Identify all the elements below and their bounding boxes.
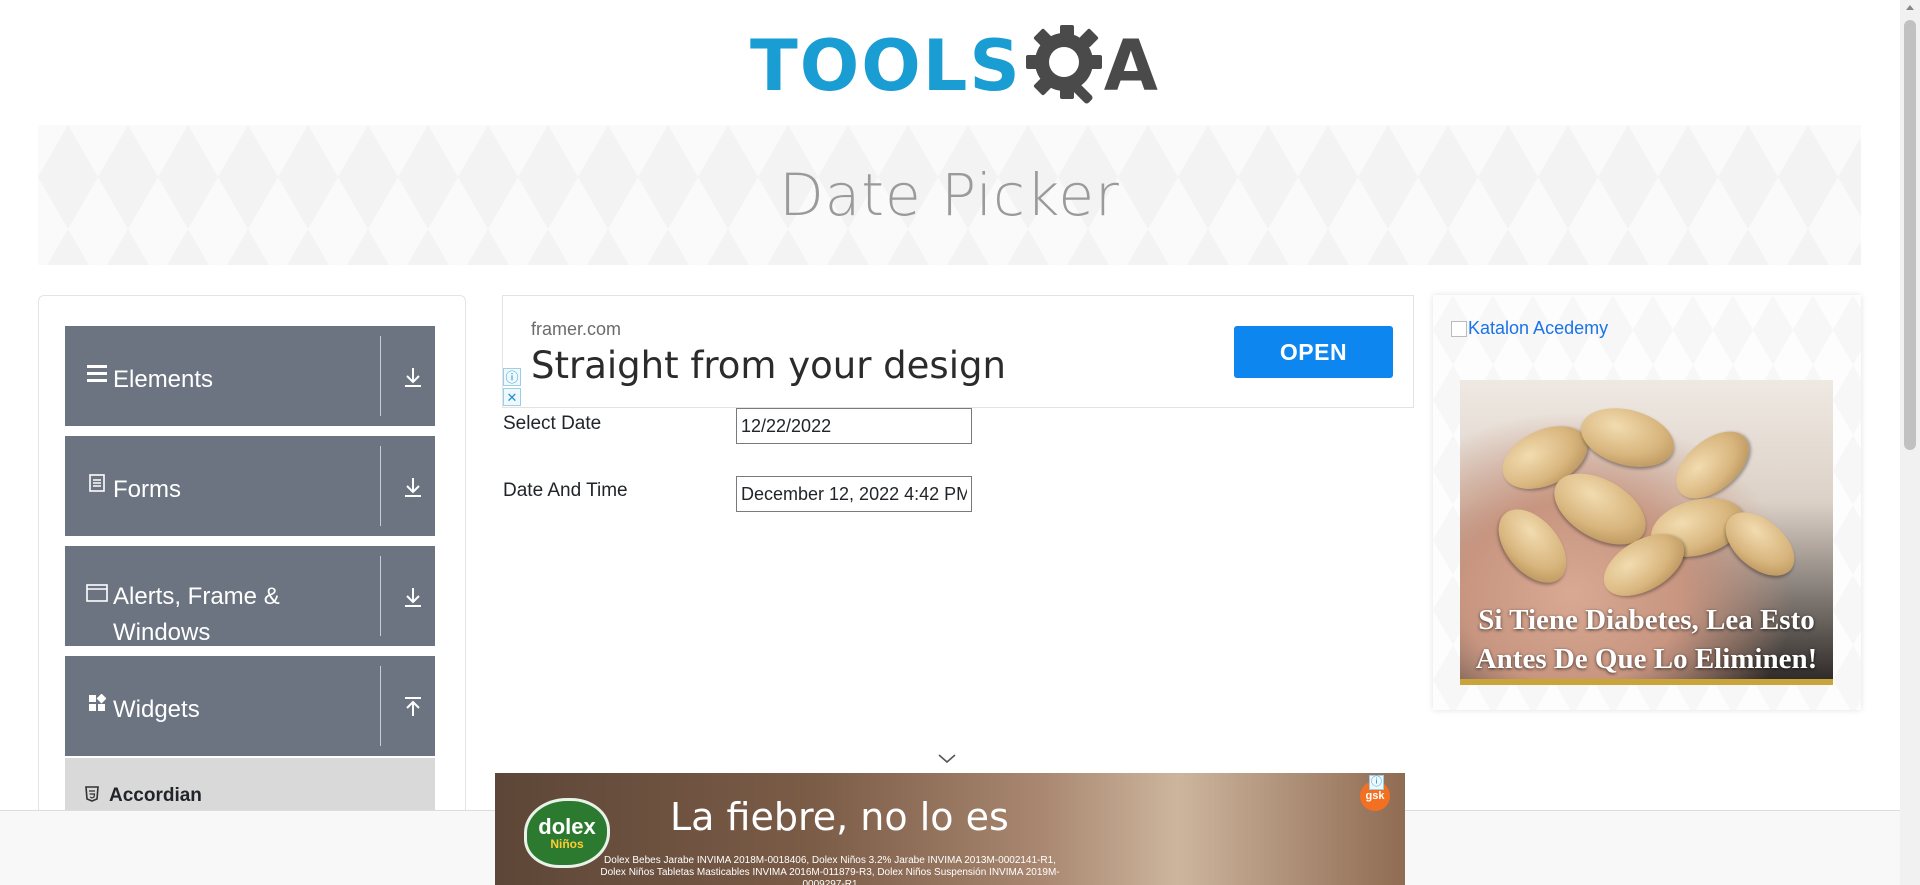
separator [380,446,381,526]
sidebar-item-label: Accordian [109,785,202,806]
document-icon [85,474,109,496]
scrollbar-thumb[interactable] [1904,20,1916,450]
sidebar-group-forms[interactable]: Forms [65,436,435,536]
ad-sidebar-right: Katalon Acedemy Si Tiene Diabetes, Lea E… [1433,295,1861,710]
toolsqa-logo[interactable]: TOOLS A [750,18,1158,113]
katalon-academy-text: Katalon Acedemy [1468,318,1609,338]
page: TOOLS A Date Picker Elements Forms Alert… [0,0,1920,885]
page-title: Date Picker [779,161,1120,229]
ad-caption: Si Tiene Diabetes, Lea Esto Antes De Que… [1475,604,1818,675]
sidebar-group-alerts-frame-windows[interactable]: Alerts, Frame & Windows [65,546,435,646]
widgets-icon [85,693,109,716]
dolex-brand: dolex [538,814,596,839]
sidebar-group-elements[interactable]: Elements [65,326,435,426]
broken-image-icon [1451,320,1467,337]
ad-banner-framer[interactable]: framer.com Straight from your design OPE… [502,295,1414,408]
chevron-down-icon[interactable] [936,752,958,770]
logo-text-a: A [1103,24,1158,107]
separator [380,666,381,746]
download-arrow-icon[interactable] [400,364,426,390]
ad-accent-bar [1460,679,1833,685]
ad-headline[interactable]: Straight from your design [531,344,1006,387]
download-arrow-icon[interactable] [400,474,426,500]
ad-headline: La fiebre, no lo es [670,795,1009,839]
vertical-scrollbar[interactable] [1900,0,1920,885]
ad-domain: framer.com [531,319,622,339]
upload-arrow-icon[interactable] [400,694,426,720]
page-banner: Date Picker [38,125,1861,265]
hamburger-icon [85,364,109,386]
adchoices-info-icon[interactable]: ⓘ [1369,775,1384,790]
ad-fine-print: Dolex Bebes Jarabe INVIMA 2018M-0018406,… [600,855,1060,885]
window-icon [85,584,109,606]
ad-image-cashews[interactable]: Si Tiene Diabetes, Lea Esto Antes De Que… [1460,380,1833,685]
sidebar-group-label: Widgets [113,696,200,723]
sidebar-group-label: Forms [113,476,181,503]
date-and-time-input[interactable] [736,476,972,512]
ad-close-icon[interactable]: ✕ [503,388,521,406]
separator [380,556,381,636]
ad-open-button[interactable]: OPEN [1234,326,1393,378]
sidebar-group-label: Elements [113,366,214,393]
scroll-up-arrow-icon[interactable] [1906,5,1914,10]
select-date-input[interactable] [736,408,972,444]
katalon-academy-link[interactable]: Katalon Acedemy [1451,318,1608,339]
download-arrow-icon[interactable] [400,584,426,610]
html5-icon [85,786,99,807]
ad-banner-dolex[interactable]: dolex Niños La fiebre, no lo es Dolex Be… [495,773,1405,885]
adchoices-info-icon[interactable]: ⓘ [503,368,521,386]
logo-text-tools: TOOLS [750,24,1022,107]
sidebar-group-widgets[interactable]: Widgets [65,656,435,756]
separator [380,336,381,416]
dolex-brand-sub: Niños [550,837,584,851]
gear-magnifier-icon [1024,23,1110,109]
sidebar-group-label: Alerts, Frame & Windows [113,583,280,646]
date-and-time-label: Date And Time [503,480,628,501]
select-date-label: Select Date [503,413,602,434]
sidebar: Elements Forms Alerts, Frame & Windows W… [38,295,466,885]
